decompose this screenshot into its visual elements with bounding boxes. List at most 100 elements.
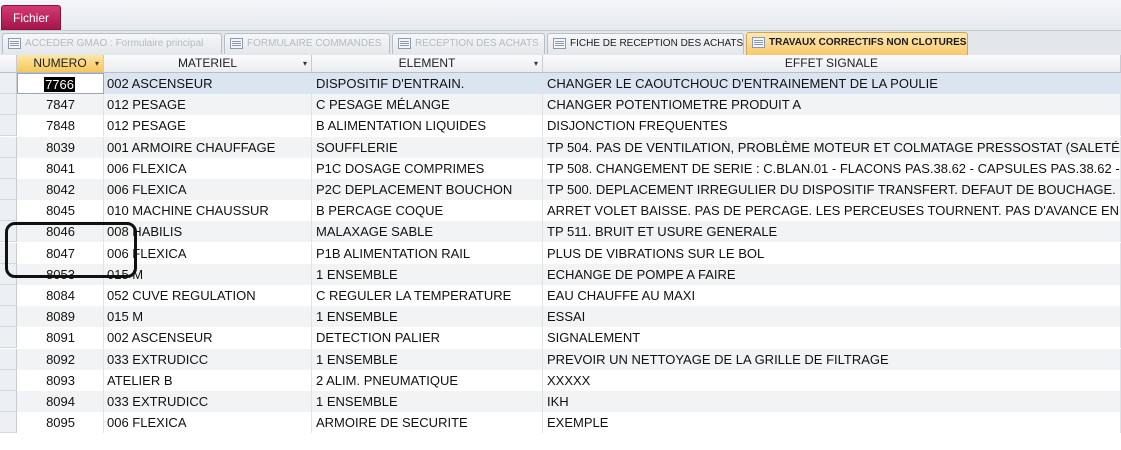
row-selector[interactable] (0, 115, 17, 137)
cell-element[interactable]: C REGULER LA TEMPERATURE (312, 285, 543, 306)
cell-effet-signale[interactable]: CHANGER POTENTIOMETRE PRODUIT A (543, 94, 1121, 116)
tab-travaux-correctifs[interactable]: TRAVAUX CORRECTIFS NON CLOTURES (746, 32, 968, 55)
cell-materiel[interactable]: 010 MACHINE CHAUSSUR (104, 200, 312, 222)
cell-effet-signale[interactable]: DISJONCTION FREQUENTES (543, 115, 1121, 137)
cell-materiel[interactable]: 033 EXTRUDICC (104, 348, 312, 370)
tab-formulaire-commandes[interactable]: FORMULAIRE COMMANDES (224, 33, 390, 54)
cell-effet-signale[interactable]: XXXXX (543, 369, 1121, 391)
cell-numero[interactable]: 8091 (17, 327, 104, 349)
filter-dropdown-icon[interactable]: ▾ (534, 55, 538, 72)
table-row[interactable]: 8053 015 M1 ENSEMBLE ECHANGE DE POMPE A FA… (0, 263, 1121, 285)
row-selector[interactable] (0, 73, 17, 94)
row-selector[interactable] (0, 179, 17, 200)
row-selector[interactable] (0, 391, 17, 412)
table-row[interactable]: 8046 008 HABILIS MALAXAGE SABLE TP 511. BRU… (0, 221, 1121, 243)
table-row[interactable]: 7766 002 ASCENSEUR DISPOSITIF D'ENTRAIN. CH… (0, 73, 1121, 94)
table-row[interactable]: 8039 001 ARMOIRE CHAUFFAGE SOUFFLERIE TP 50… (0, 136, 1121, 158)
cell-numero[interactable]: 8041 (17, 157, 104, 179)
table-row[interactable]: 8095 006 FLEXICA ARMOIRE DE SECURITE EXEMPL… (0, 412, 1121, 434)
cell-effet-signale[interactable]: ECHANGE DE POMPE A FAIRE (543, 263, 1121, 285)
cell-element[interactable]: 1 ENSEMBLE (312, 348, 543, 370)
table-row[interactable]: 8045 010 MACHINE CHAUSSUR B PERCAGE COQUE A… (0, 200, 1121, 222)
table-row[interactable]: 8041 006 FLEXICA P1C DOSAGE COMPRIMES TP 50… (0, 157, 1121, 179)
cell-element[interactable]: MALAXAGE SABLE (312, 221, 543, 243)
row-selector[interactable] (0, 94, 17, 116)
cell-materiel[interactable]: 012 PESAGE (104, 94, 312, 116)
cell-materiel[interactable]: 006 FLEXICA (104, 179, 312, 200)
filter-dropdown-icon[interactable]: ▾ (303, 55, 307, 72)
cell-materiel[interactable]: ATELIER B (104, 369, 312, 391)
cell-effet-signale[interactable]: ARRET VOLET BAISSE. PAS DE PERCAGE. LES … (543, 200, 1121, 222)
cell-element[interactable]: DISPOSITIF D'ENTRAIN. (312, 73, 543, 94)
row-selector[interactable] (0, 200, 17, 222)
cell-effet-signale[interactable]: TP 504. PAS DE VENTILATION, PROBLÈME MOT… (543, 136, 1121, 158)
cell-numero[interactable]: 8092 (17, 348, 104, 370)
cell-numero[interactable]: 8045 (17, 200, 104, 222)
cell-element[interactable]: DETECTION PALIER (312, 327, 543, 349)
row-selector[interactable] (0, 327, 17, 349)
file-menu-button[interactable]: Fichier (1, 5, 61, 30)
cell-materiel[interactable]: 002 ASCENSEUR (104, 73, 312, 94)
cell-effet-signale[interactable]: TP 511. BRUIT ET USURE GENERALE (543, 221, 1121, 243)
cell-materiel[interactable]: 001 ARMOIRE CHAUFFAGE (104, 136, 312, 158)
cell-numero[interactable]: 8089 (17, 306, 104, 328)
table-row[interactable]: 8091 002 ASCENSEUR DETECTION PALIER SIGNALE… (0, 327, 1121, 349)
cell-numero[interactable]: 8095 (17, 412, 104, 434)
row-selector[interactable] (0, 412, 17, 434)
cell-element[interactable]: P1B ALIMENTATION RAIL (312, 242, 543, 264)
row-selector[interactable] (0, 348, 17, 370)
cell-element[interactable]: B ALIMENTATION LIQUIDES (312, 115, 543, 137)
cell-element[interactable]: C PESAGE MÉLANGE (312, 94, 543, 116)
cell-effet-signale[interactable]: EXEMPLE (543, 412, 1121, 434)
cell-effet-signale[interactable]: TP 500. DEPLACEMENT IRREGULIER DU DISPOS… (543, 179, 1121, 200)
table-row[interactable]: 8092 033 EXTRUDICC 1 ENSEMBLE PREVOIR UN NE… (0, 348, 1121, 370)
table-row[interactable]: 8047 006 FLEXICA P1B ALIMENTATION RAIL PLUS… (0, 242, 1121, 264)
select-all-corner[interactable] (0, 55, 17, 73)
cell-effet-signale[interactable]: ESSAI (543, 306, 1121, 328)
cell-element[interactable]: 1 ENSEMBLE (312, 263, 543, 285)
cell-numero[interactable]: 8084 (17, 285, 104, 306)
cell-effet-signale[interactable]: SIGNALEMENT (543, 327, 1121, 349)
cell-effet-signale[interactable]: IKH (543, 391, 1121, 412)
table-row[interactable]: 8042 006 FLEXICA P2C DEPLACEMENT BOUCHON TP… (0, 179, 1121, 200)
cell-materiel[interactable]: 006 FLEXICA (104, 412, 312, 434)
table-row[interactable]: 8094 033 EXTRUDICC 1 ENSEMBLE IKH (0, 391, 1121, 412)
row-selector[interactable] (0, 369, 17, 391)
cell-element[interactable]: 1 ENSEMBLE (312, 306, 543, 328)
cell-numero[interactable]: 8093 (17, 369, 104, 391)
column-header-materiel[interactable]: MATERIEL ▾ (104, 55, 312, 73)
table-row[interactable]: 8093 ATELIER B 2 ALIM. PNEUMATIQUE XXXXX (0, 369, 1121, 391)
cell-materiel[interactable]: 012 PESAGE (104, 115, 312, 137)
cell-materiel[interactable]: 033 EXTRUDICC (104, 391, 312, 412)
row-selector[interactable] (0, 157, 17, 179)
table-row[interactable]: 7848 012 PESAGE B ALIMENTATION LIQUIDES DIS… (0, 115, 1121, 137)
cell-element[interactable]: 2 ALIM. PNEUMATIQUE (312, 369, 543, 391)
filter-dropdown-icon[interactable]: ▾ (95, 55, 99, 72)
table-row[interactable]: 8089 015 M 1 ENSEMBLE ESSAI (0, 306, 1121, 328)
table-row[interactable]: 8084 052 CUVE REGULATION C REGULER LA TEMP… (0, 285, 1121, 306)
column-header-effet-signale[interactable]: EFFET SIGNALE (543, 55, 1121, 73)
cell-effet-signale[interactable]: CHANGER LE CAOUTCHOUC D'ENTRAINEMENT DE … (543, 73, 1121, 94)
tab-acceder-gmao[interactable]: ACCEDER GMAO : Formulaire principal (2, 33, 222, 54)
cell-element[interactable]: P2C DEPLACEMENT BOUCHON (312, 179, 543, 200)
cell-element[interactable]: P1C DOSAGE COMPRIMES (312, 157, 543, 179)
tab-reception-achats[interactable]: RECEPTION DES ACHATS (392, 33, 545, 54)
cell-materiel[interactable]: 015 M (104, 306, 312, 328)
cell-element[interactable]: B PERCAGE COQUE (312, 200, 543, 222)
cell-element[interactable]: ARMOIRE DE SECURITE (312, 412, 543, 434)
cell-effet-signale[interactable]: EAU CHAUFFE AU MAXI (543, 285, 1121, 306)
row-selector[interactable] (0, 306, 17, 328)
cell-numero[interactable]: 8042 (17, 179, 104, 200)
cell-numero[interactable]: 7847 (17, 94, 104, 116)
cell-element[interactable]: SOUFFLERIE (312, 136, 543, 158)
cell-numero[interactable]: 8094 (17, 391, 104, 412)
tab-fiche-reception[interactable]: FICHE DE RECEPTION DES ACHATS (547, 33, 744, 54)
column-header-element[interactable]: ELEMENT ▾ (312, 55, 543, 73)
cell-numero[interactable]: 7766 (17, 73, 104, 94)
cell-numero[interactable]: 8039 (17, 136, 104, 158)
cell-materiel[interactable]: 006 FLEXICA (104, 157, 312, 179)
cell-numero[interactable]: 7848 (17, 115, 104, 137)
row-selector[interactable] (0, 136, 17, 158)
cell-effet-signale[interactable]: PLUS DE VIBRATIONS SUR LE BOL (543, 242, 1121, 264)
cell-materiel[interactable]: 052 CUVE REGULATION (104, 285, 312, 306)
